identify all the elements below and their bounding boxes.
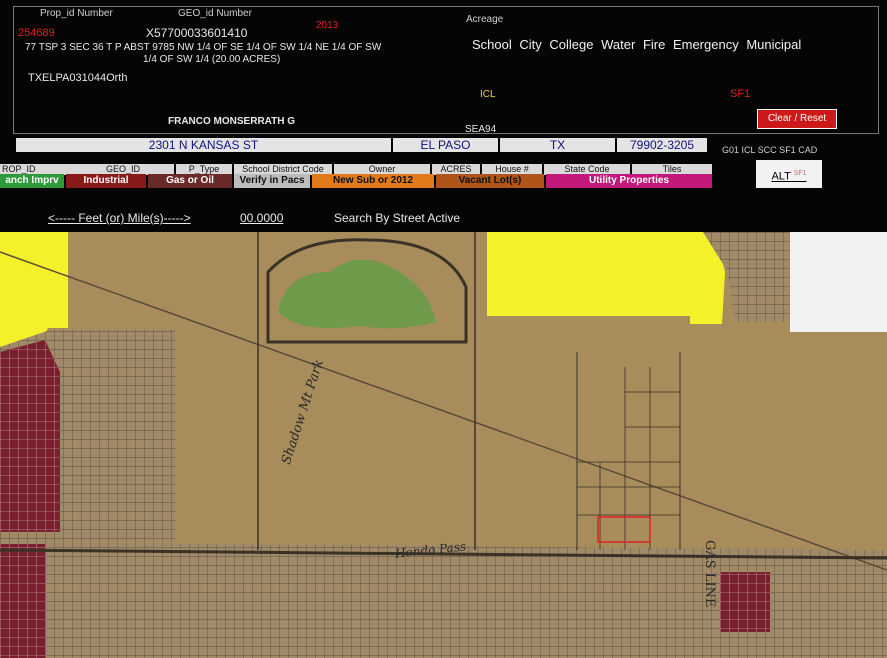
parcel-map[interactable]: Shadow Mt Park Hondo Pass GAS LINE xyxy=(0,232,887,658)
category-fire[interactable]: Fire xyxy=(643,37,665,52)
address-zip[interactable]: 79902-3205 xyxy=(617,138,707,152)
sf1-code: SF1 xyxy=(730,88,751,100)
app-header: Prop_id Number GEO_id Number 254689 X577… xyxy=(0,0,887,232)
category-school[interactable]: School xyxy=(472,37,512,52)
jurisdiction-categories: School City College Water Fire Emergency… xyxy=(472,37,801,52)
legend-utility-properties[interactable]: Utility Properties xyxy=(546,174,712,188)
year-value: 2013 xyxy=(316,20,339,31)
map-canvas xyxy=(0,232,887,658)
header-frame xyxy=(13,6,879,134)
address-street[interactable]: 2301 N KANSAS ST xyxy=(16,138,391,152)
alt-button-code: SF1 xyxy=(793,170,807,177)
unmapped-area xyxy=(790,232,887,332)
distance-value[interactable]: 00.0000 xyxy=(240,212,283,224)
legend-new-sub[interactable]: New Sub or 2012 xyxy=(312,174,434,188)
category-water[interactable]: Water xyxy=(601,37,635,52)
clear-reset-button[interactable]: Clear / Reset xyxy=(757,109,837,129)
legal-line-2: 1/4 OF SW 1/4 (20.00 ACRES) xyxy=(143,54,281,65)
acreage-label: Acreage xyxy=(466,14,504,25)
prop-id-label: Prop_id Number xyxy=(40,8,113,19)
address-city[interactable]: EL PASO xyxy=(393,138,498,152)
subdivision-maroon xyxy=(0,340,60,532)
legend-gas-oil[interactable]: Gas or Oil xyxy=(148,174,232,188)
alt-button-label: ALT xyxy=(771,170,791,183)
owner-name: FRANCO MONSERRATH G xyxy=(168,116,296,127)
subdivision-southeast xyxy=(720,572,770,632)
yellow-parcel-north xyxy=(487,232,725,324)
prop-id-value[interactable]: 254689 xyxy=(18,28,55,39)
category-emergency[interactable]: Emergency xyxy=(673,37,739,52)
legal-line-1: 77 TSP 3 SEC 36 T P ABST 9785 NW 1/4 OF … xyxy=(25,42,382,53)
category-municipal[interactable]: Municipal xyxy=(746,37,801,52)
sea-code: SEA94 xyxy=(465,124,497,135)
jurisdiction-codes: G01 ICL SCC SF1 CAD xyxy=(722,145,818,155)
icl-code: ICL xyxy=(480,89,496,100)
legend-verify-pacs[interactable]: Verify in Pacs xyxy=(234,174,310,188)
search-status: Search By Street Active xyxy=(334,211,461,225)
document-code: TXELPA031044Orth xyxy=(28,72,128,84)
legend-vacant-lots[interactable]: Vacant Lot(s) xyxy=(436,174,544,188)
geo-id-value[interactable]: X57700033601410 xyxy=(146,27,247,39)
alt-button[interactable]: ALT SF1 xyxy=(756,160,822,188)
legend-ranch-improvement[interactable]: anch Imprv xyxy=(0,174,64,188)
category-city[interactable]: City xyxy=(519,37,541,52)
distance-label: <----- Feet (or) Mile(s)-----> xyxy=(48,211,191,225)
category-college[interactable]: College xyxy=(549,37,593,52)
subdivision-southwest xyxy=(0,544,46,658)
gas-line-handwriting: GAS LINE xyxy=(702,540,717,608)
address-state[interactable]: TX xyxy=(500,138,615,152)
geo-id-label: GEO_id Number xyxy=(178,8,252,19)
legend-industrial[interactable]: Industrial xyxy=(66,174,146,188)
